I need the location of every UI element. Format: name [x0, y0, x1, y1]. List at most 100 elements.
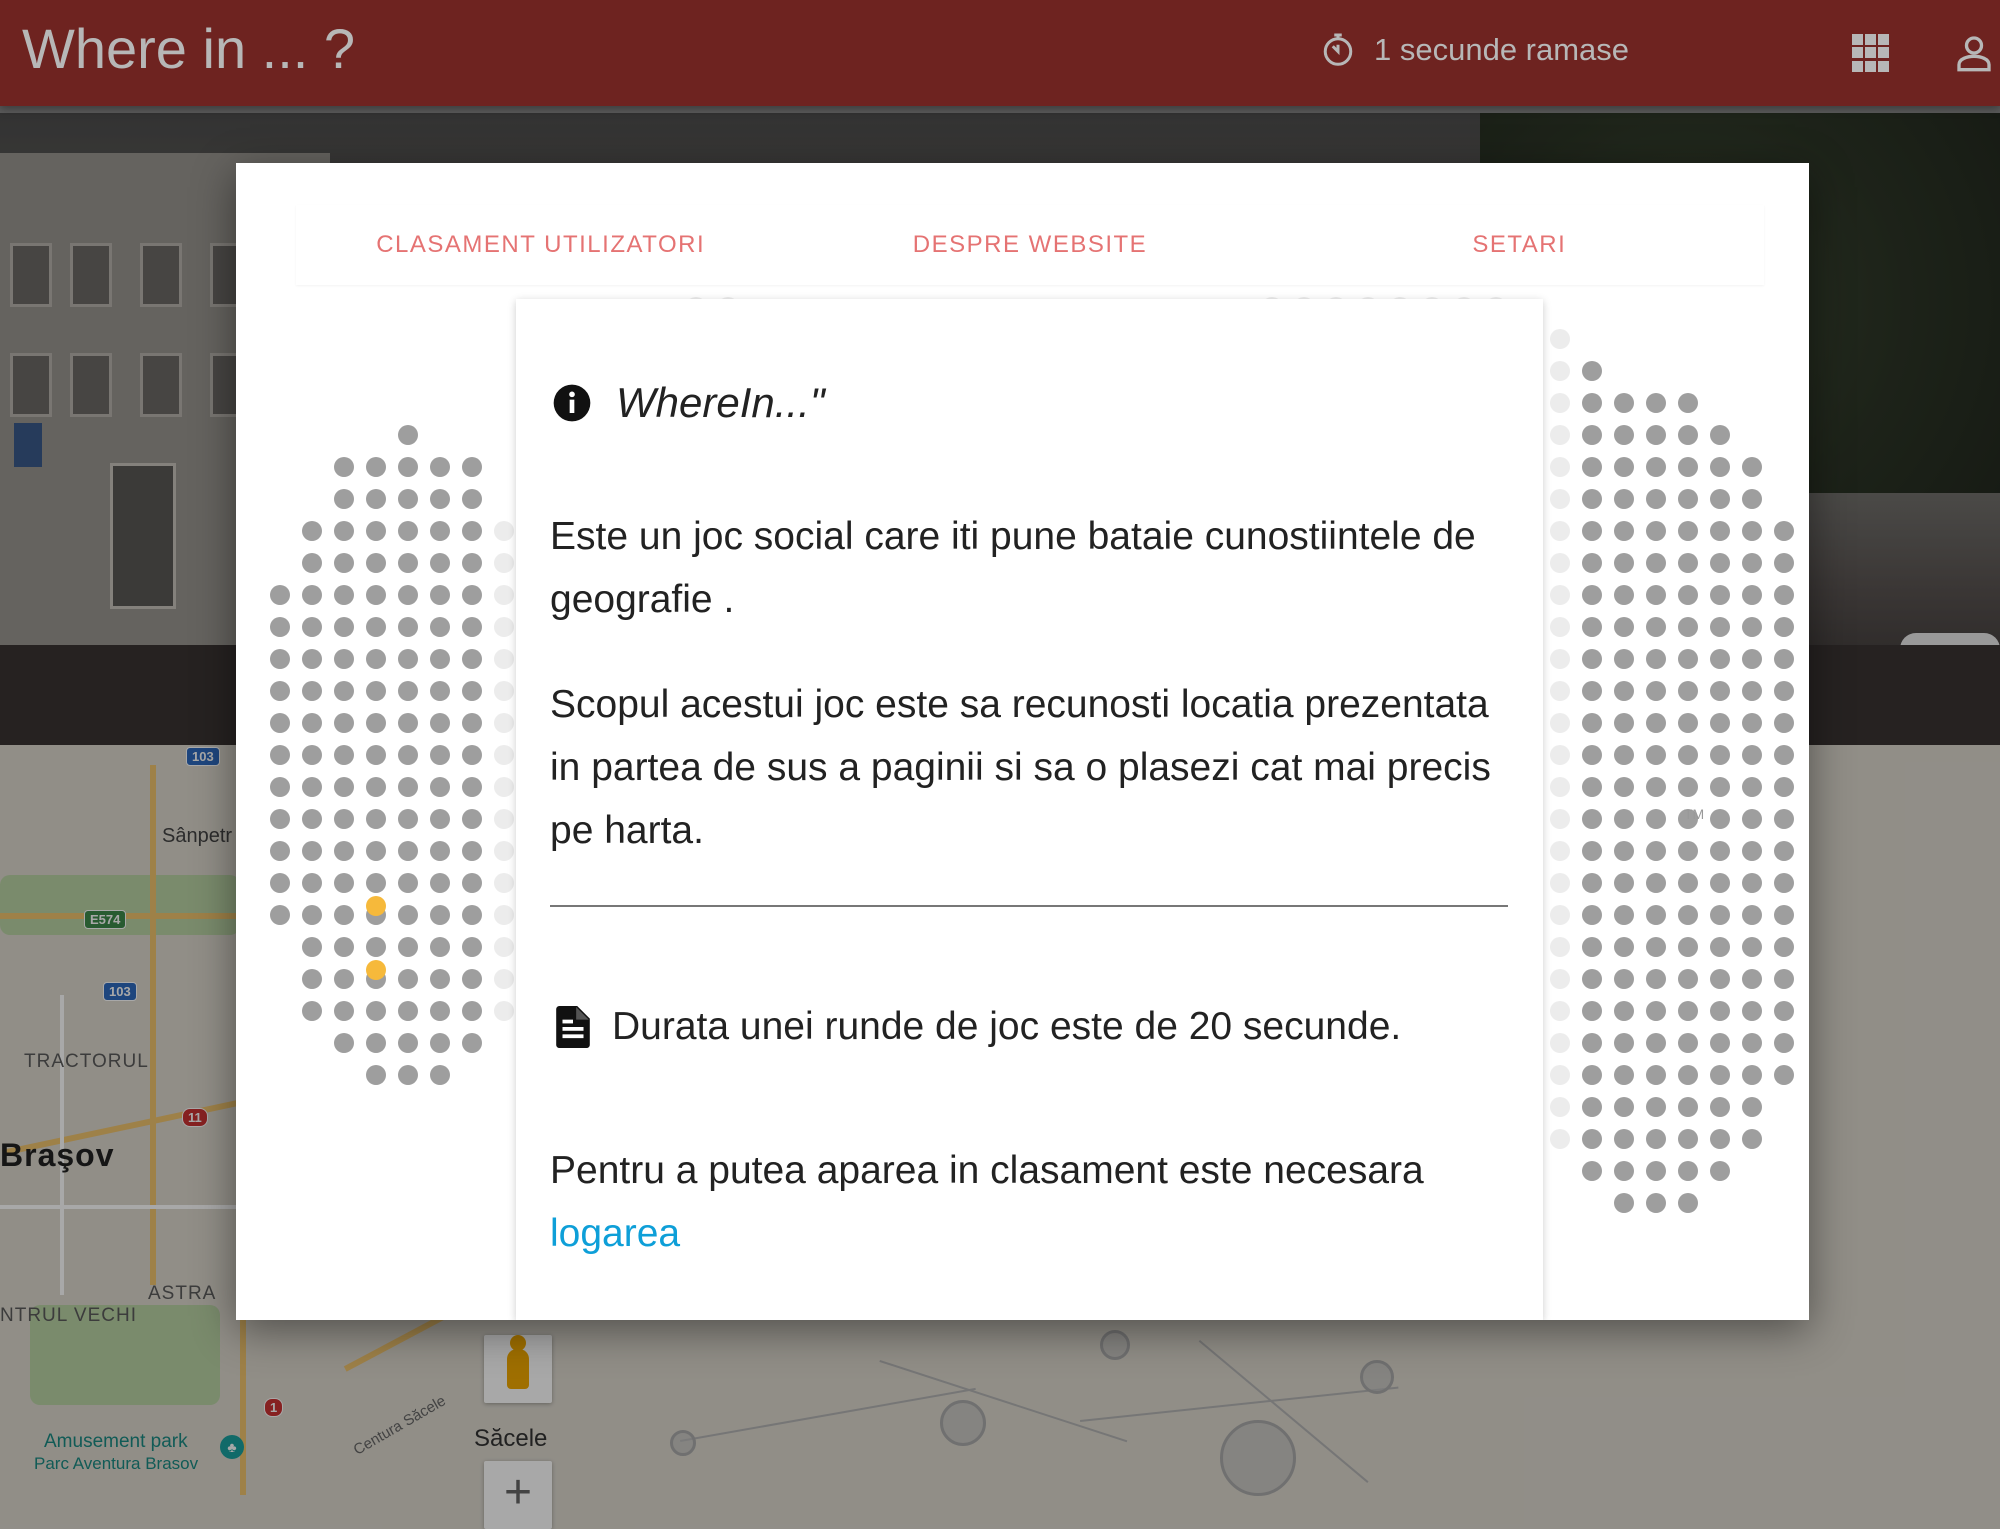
map-dot — [462, 1033, 482, 1053]
map-dot — [1742, 969, 1762, 989]
map-dot — [1582, 649, 1602, 669]
map-dot — [430, 1065, 450, 1085]
map-dot — [1710, 809, 1730, 829]
map-dot — [1774, 1001, 1794, 1021]
map-dot — [1614, 713, 1634, 733]
map-dot — [1774, 681, 1794, 701]
account-icon[interactable] — [1954, 32, 1994, 74]
tab-setari[interactable]: SETARI — [1275, 205, 1764, 285]
map-dot — [1678, 457, 1698, 477]
map-dot — [302, 617, 322, 637]
map-dot — [334, 585, 354, 605]
map-dot — [462, 937, 482, 957]
map-dot — [366, 617, 386, 637]
map-dot — [1742, 457, 1762, 477]
map-dot — [1614, 745, 1634, 765]
map-dot — [270, 905, 290, 925]
map-dot — [1614, 1097, 1634, 1117]
map-dot — [1774, 745, 1794, 765]
map-dot — [1710, 1129, 1730, 1149]
map-dot — [1550, 329, 1570, 349]
map-dot — [1710, 777, 1730, 797]
map-dot — [1582, 841, 1602, 861]
tab-despre-website[interactable]: DESPRE WEBSITE — [785, 205, 1274, 285]
goal-paragraph: Scopul acestui joc este sa recunosti loc… — [550, 683, 1491, 852]
map-dot — [1646, 425, 1666, 445]
map-dot — [1742, 489, 1762, 509]
map-dot — [1582, 905, 1602, 925]
map-dot — [430, 873, 450, 893]
map-dot — [1678, 649, 1698, 669]
map-dot — [494, 1001, 514, 1021]
map-dot — [1614, 1129, 1634, 1149]
map-dot — [462, 905, 482, 925]
map-dot — [1678, 969, 1698, 989]
map-dot — [366, 937, 386, 957]
map-dot — [494, 649, 514, 669]
card-title: WhereIn..." — [616, 379, 825, 426]
timer-icon — [1323, 33, 1353, 66]
map-dot — [270, 649, 290, 669]
map-dot — [1678, 873, 1698, 893]
map-dot — [366, 649, 386, 669]
map-dot — [334, 457, 354, 477]
map-dot — [1614, 649, 1634, 669]
map-dot — [1614, 489, 1634, 509]
apps-grid-icon[interactable] — [1852, 34, 1890, 72]
map-dot — [1582, 1097, 1602, 1117]
map-dot — [1742, 617, 1762, 637]
map-dot — [1678, 1065, 1698, 1085]
map-dot — [270, 777, 290, 797]
map-dot — [366, 841, 386, 861]
map-dot — [302, 777, 322, 797]
map-dot — [302, 521, 322, 541]
map-dot — [302, 841, 322, 861]
map-dot — [494, 841, 514, 861]
map-dot — [462, 713, 482, 733]
map-dot — [1550, 745, 1570, 765]
document-icon — [556, 1006, 590, 1048]
map-dot — [1646, 1161, 1666, 1181]
tab-clasament-utilizatori[interactable]: CLASAMENT UTILIZATORI — [296, 205, 785, 285]
map-dot — [1678, 1161, 1698, 1181]
map-dot — [334, 777, 354, 797]
map-dot — [302, 713, 322, 733]
map-dot — [1678, 585, 1698, 605]
map-dot — [1678, 841, 1698, 861]
map-dot — [494, 809, 514, 829]
map-dot — [398, 1001, 418, 1021]
map-dot — [1710, 617, 1730, 637]
map-dot — [366, 457, 386, 477]
map-dot — [430, 585, 450, 605]
map-dot — [430, 553, 450, 573]
map-dot — [334, 649, 354, 669]
map-dot — [462, 809, 482, 829]
map-dot — [430, 905, 450, 925]
map-dot — [1710, 841, 1730, 861]
map-dot — [1710, 553, 1730, 573]
map-dot — [1614, 617, 1634, 637]
map-dot — [1614, 393, 1634, 413]
map-dot — [1582, 1001, 1602, 1021]
map-dot — [1678, 1193, 1698, 1213]
map-dot — [398, 745, 418, 765]
map-dot — [1646, 617, 1666, 637]
login-link[interactable]: logarea — [550, 1212, 680, 1255]
map-dot — [430, 1033, 450, 1053]
map-dot — [1550, 937, 1570, 957]
map-dot — [1614, 425, 1634, 445]
map-dot — [398, 713, 418, 733]
map-dot — [1550, 649, 1570, 669]
map-dot — [1710, 1097, 1730, 1117]
map-dot — [270, 873, 290, 893]
map-dot — [430, 489, 450, 509]
map-dot — [1582, 809, 1602, 829]
map-dot — [1646, 777, 1666, 797]
map-dot — [1646, 713, 1666, 733]
map-dot — [334, 1001, 354, 1021]
map-dot — [494, 553, 514, 573]
map-dot — [1582, 713, 1602, 733]
map-dot — [1678, 553, 1698, 573]
map-dot — [1550, 1129, 1570, 1149]
app-title[interactable]: Where in ... ? — [22, 16, 355, 81]
